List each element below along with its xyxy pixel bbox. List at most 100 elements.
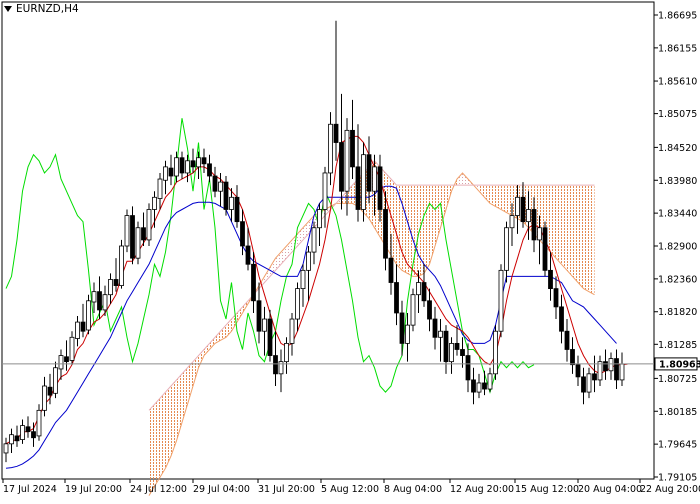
candle <box>135 221 141 265</box>
x-tick-label: 31 Jul 20:00 <box>258 484 315 495</box>
candle-body <box>515 196 520 216</box>
x-tick-label: 5 Aug 12:00 <box>321 484 379 495</box>
kumo-segment <box>567 185 573 277</box>
y-tick-label: 1.86155 <box>658 43 697 54</box>
candle-body <box>174 157 179 177</box>
candle-body <box>559 306 564 332</box>
candle-body <box>130 215 135 259</box>
y-tick-label: 1.82360 <box>658 274 697 285</box>
y-tick-label: 1.80725 <box>658 374 697 385</box>
y-tick-label: 1.85075 <box>658 109 697 120</box>
candle-body <box>476 382 482 393</box>
x-tick-label: 29 Jul 04:00 <box>193 484 250 495</box>
candle-body <box>86 300 91 331</box>
candle-body <box>102 294 108 311</box>
candle <box>86 294 91 335</box>
candle-body <box>317 209 322 229</box>
candle-body <box>388 257 394 283</box>
candle-body <box>581 376 586 393</box>
candle-body <box>465 355 471 381</box>
x-tick-label: 19 Jul 20:00 <box>65 484 122 495</box>
kumo-segment <box>391 179 397 265</box>
candle-body <box>570 349 575 366</box>
candle-body <box>306 251 311 271</box>
y-tick-label: 1.83980 <box>658 176 697 187</box>
x-tick-label: 20 Aug 04:00 <box>578 484 642 495</box>
chart-title-bar[interactable]: EURNZD,H4 <box>4 3 79 15</box>
candle-body <box>493 330 498 375</box>
candle-body <box>350 129 355 168</box>
candle-body <box>300 269 306 290</box>
candle-body <box>47 386 53 396</box>
candle-body <box>361 154 366 210</box>
candle <box>542 221 548 277</box>
x-tick-label: 17 Jul 2024 <box>3 484 57 495</box>
y-tick-label: 1.81820 <box>658 307 697 318</box>
y-axis: 1.86695 1.86155 1.85610 1.85075 1.84520 1.839… <box>654 11 697 484</box>
candle-body <box>427 300 432 320</box>
candle-body <box>614 358 619 381</box>
candle-body <box>526 209 531 223</box>
candle-body <box>383 209 388 259</box>
candle-body <box>377 166 383 210</box>
candle-body <box>432 318 438 338</box>
y-tick-label: 1.79105 <box>658 473 697 484</box>
candle-body <box>196 157 201 168</box>
candle-body <box>25 426 31 433</box>
candle <box>493 325 498 380</box>
kumo-segment <box>413 185 419 277</box>
kumo-segment <box>501 185 507 213</box>
current-price-value: 1.80963 <box>659 359 700 370</box>
candle-body <box>399 312 405 344</box>
candle-body <box>531 209 537 241</box>
candle-body <box>504 227 509 271</box>
chart-canvas: 1.86695 1.86155 1.85610 1.85075 1.84520 1.839… <box>1 1 700 496</box>
candle-body <box>603 361 608 372</box>
kumo-segment <box>402 185 408 274</box>
kumo-segment <box>149 404 155 496</box>
candle-body <box>234 196 240 223</box>
candle-body <box>449 342 454 363</box>
dropdown-triangle-icon[interactable] <box>4 6 12 12</box>
candle-body <box>190 160 196 168</box>
candle-body <box>487 373 493 390</box>
candle-body <box>295 288 300 320</box>
y-tick-label: 1.84520 <box>658 143 697 154</box>
kumo-segment <box>396 185 402 271</box>
candle-body <box>245 245 251 265</box>
candle-body <box>218 181 223 192</box>
candle-body <box>91 291 97 303</box>
candle-body <box>564 330 570 350</box>
candle-body <box>509 215 515 229</box>
price-chart[interactable]: 1.86695 1.86155 1.85610 1.85075 1.84520 1.839… <box>0 0 700 500</box>
candle-body <box>548 269 553 290</box>
candle-body <box>14 435 20 442</box>
candle-body <box>410 294 416 326</box>
candle-body <box>339 142 344 192</box>
candle-body <box>75 321 80 339</box>
candle <box>124 209 130 253</box>
candle-body <box>201 157 207 165</box>
x-tick-label: 8 Aug 04:00 <box>384 484 442 495</box>
candle-body <box>284 342 289 363</box>
candle-body <box>273 355 278 375</box>
candle <box>223 176 229 216</box>
candle-body <box>80 321 86 332</box>
candle-body <box>36 409 42 437</box>
candle-body <box>289 318 295 344</box>
candle-body <box>251 263 256 302</box>
y-tick-label: 1.85610 <box>658 77 697 88</box>
candle-body <box>366 154 372 192</box>
candle-body <box>185 160 190 174</box>
candle-body <box>586 373 592 393</box>
candle-body <box>256 300 262 332</box>
y-tick-label: 1.79645 <box>658 440 697 451</box>
x-tick-label: 22 Aug 20:00 <box>640 484 700 495</box>
candle-body <box>498 269 504 332</box>
y-tick-label: 1.81285 <box>658 340 697 351</box>
candle-body <box>333 123 339 143</box>
candle-body <box>108 279 113 296</box>
candle-body <box>482 382 487 390</box>
candle-body <box>405 324 410 344</box>
x-tick-label: 24 Jul 12:00 <box>130 484 187 495</box>
